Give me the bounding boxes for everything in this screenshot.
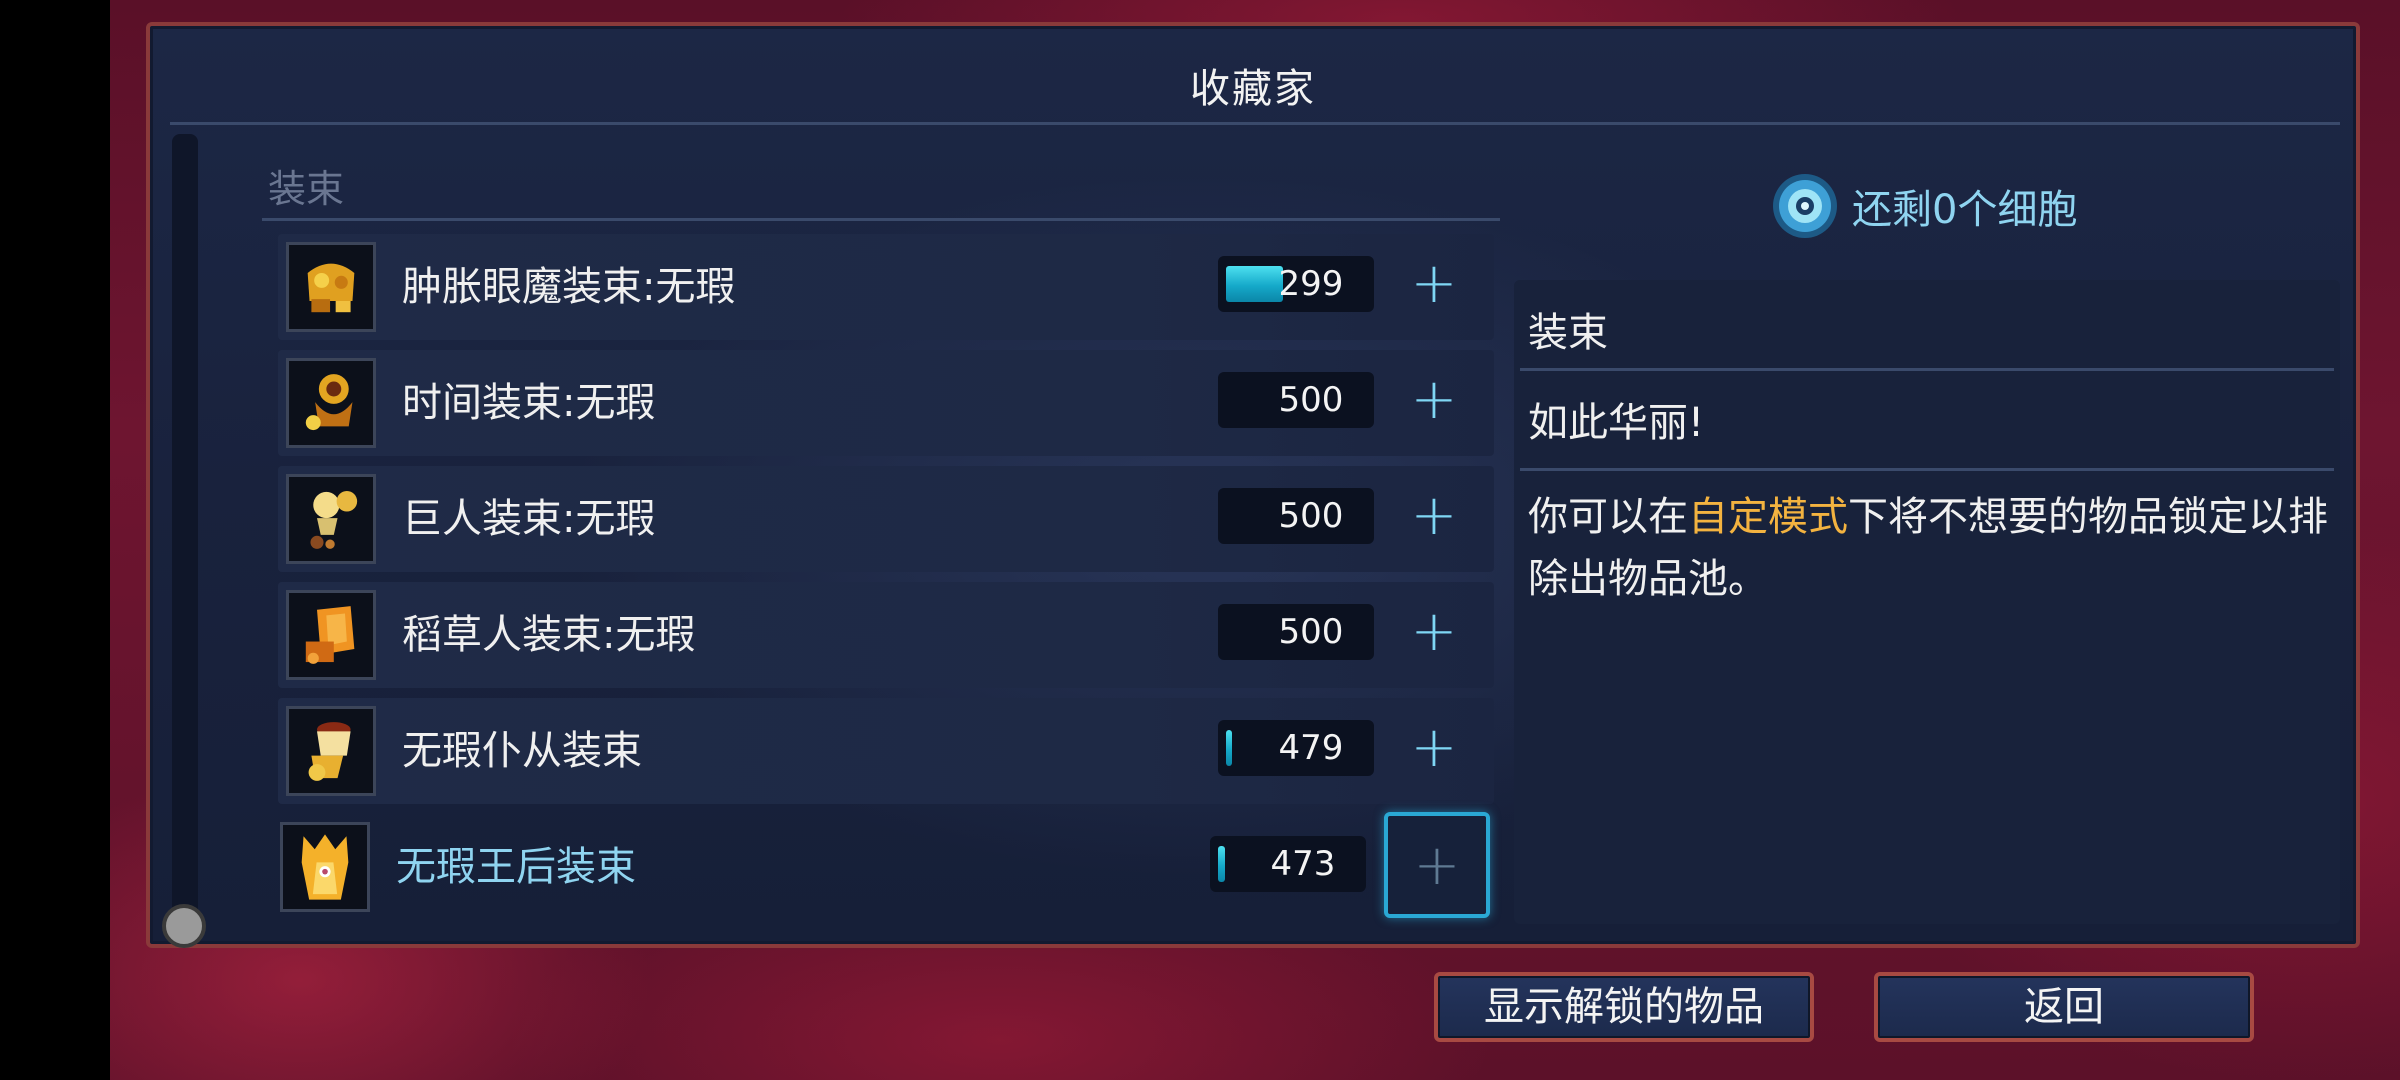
item-name: 时间装束:无瑕 xyxy=(402,380,656,426)
cost-value: 473 xyxy=(1270,844,1336,884)
description-divider xyxy=(1520,468,2334,471)
scrollbar-thumb[interactable] xyxy=(162,904,206,948)
item-name: 无瑕仆从装束 xyxy=(402,728,642,774)
description-panel: 装束 如此华丽! 你可以在自定模式下将不想要的物品锁定以排除出物品池。 xyxy=(1514,280,2340,924)
add-cells-button[interactable]: + xyxy=(1396,248,1472,324)
show-unlocked-button[interactable]: 显示解锁的物品 xyxy=(1434,972,1814,1042)
item-name: 肿胀眼魔装束:无瑕 xyxy=(402,264,736,310)
item-name: 无瑕王后装束 xyxy=(396,844,636,890)
cost-value: 500 xyxy=(1278,496,1344,536)
back-button[interactable]: 返回 xyxy=(1874,972,2254,1042)
add-cells-button[interactable]: + xyxy=(1396,480,1472,556)
cost-box: 479 xyxy=(1218,720,1374,776)
outfit-icon xyxy=(286,358,376,448)
section-label: 装束 xyxy=(268,167,345,211)
cost-box: 473 xyxy=(1210,836,1366,892)
outfit-icon xyxy=(280,822,370,912)
add-cells-button[interactable]: + xyxy=(1396,596,1472,672)
collector-panel: 收藏家 装束 肿胀眼魔装束:无瑕 299 + 时间装束:无瑕 500 + 巨人装… xyxy=(146,22,2360,948)
description-divider xyxy=(1520,368,2334,371)
list-item[interactable]: 时间装束:无瑕 500 + xyxy=(278,350,1494,456)
list-item[interactable]: 稻草人装束:无瑕 500 + xyxy=(278,582,1494,688)
outfit-icon xyxy=(286,590,376,680)
add-cells-button[interactable]: + xyxy=(1396,712,1472,788)
cost-box: 299 xyxy=(1218,256,1374,312)
outfit-icon xyxy=(286,474,376,564)
list-item-selected[interactable]: 无瑕王后装束 473 + xyxy=(278,812,1494,920)
add-cells-button[interactable]: + xyxy=(1396,364,1472,440)
cells-remaining: 还剩0个细胞 xyxy=(1770,166,2077,246)
description-heading: 装束 xyxy=(1528,310,1608,356)
cost-value: 500 xyxy=(1278,612,1344,652)
cell-icon xyxy=(1773,174,1837,238)
title-divider xyxy=(170,122,2340,125)
left-black-bar xyxy=(0,0,110,1080)
panel-title: 收藏家 xyxy=(1190,66,1316,112)
outfit-icon xyxy=(286,706,376,796)
list-item[interactable]: 巨人装束:无瑕 500 + xyxy=(278,466,1494,572)
description-body-start: 你可以在 xyxy=(1528,494,1688,540)
description-body: 你可以在自定模式下将不想要的物品锁定以排除出物品池。 xyxy=(1528,486,2338,610)
item-name: 稻草人装束:无瑕 xyxy=(402,612,696,658)
scrollbar-track[interactable] xyxy=(172,134,198,934)
list-item[interactable]: 肿胀眼魔装束:无瑕 299 + xyxy=(278,234,1494,340)
cells-remaining-text: 还剩0个细胞 xyxy=(1852,187,2078,233)
cost-box: 500 xyxy=(1218,488,1374,544)
cost-value: 299 xyxy=(1278,264,1344,304)
section-divider xyxy=(262,218,1500,221)
list-item[interactable]: 无瑕仆从装束 479 + xyxy=(278,698,1494,804)
cost-value: 479 xyxy=(1278,728,1344,768)
cost-box: 500 xyxy=(1218,372,1374,428)
outfit-icon xyxy=(286,242,376,332)
custom-mode-highlight: 自定模式 xyxy=(1688,494,1848,540)
add-cells-button[interactable]: + xyxy=(1384,812,1490,918)
cost-box: 500 xyxy=(1218,604,1374,660)
description-quote: 如此华丽! xyxy=(1528,400,1705,446)
item-name: 巨人装束:无瑕 xyxy=(402,496,656,542)
cost-value: 500 xyxy=(1278,380,1344,420)
